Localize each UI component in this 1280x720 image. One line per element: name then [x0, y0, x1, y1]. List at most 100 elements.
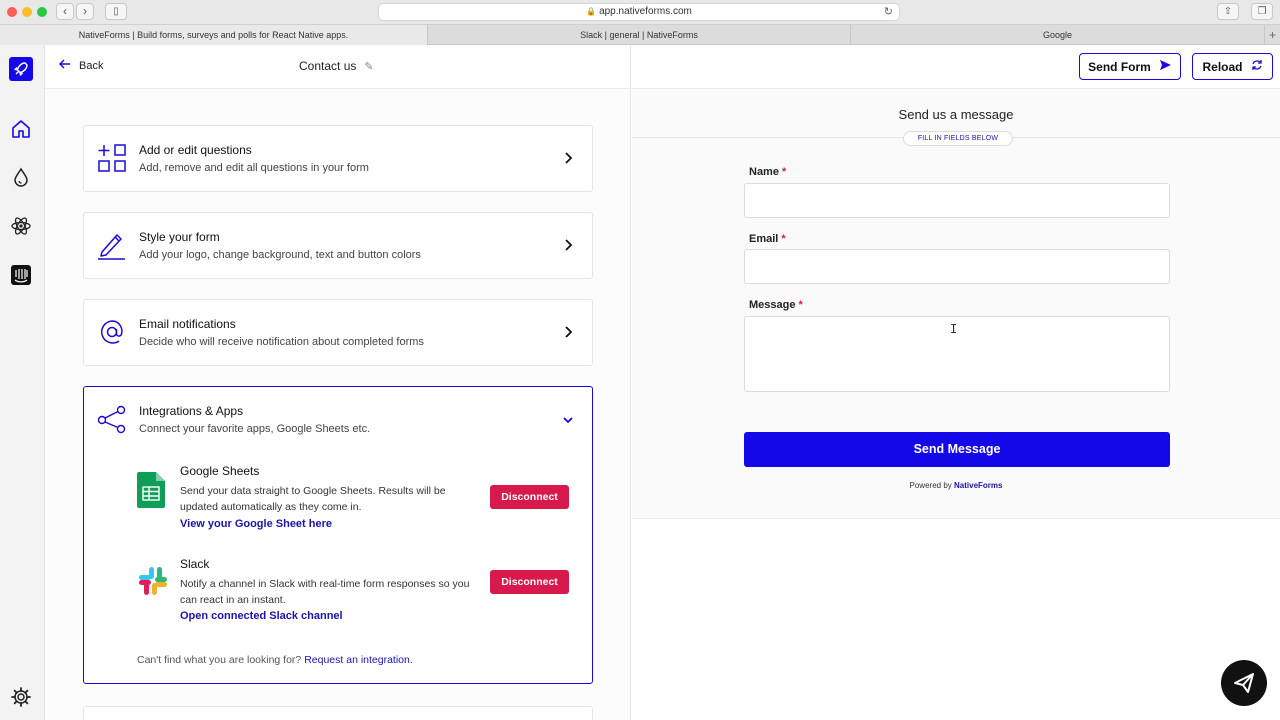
share-icon: [97, 404, 127, 434]
email-input[interactable]: [744, 249, 1170, 284]
view-google-sheet-link[interactable]: View your Google Sheet here: [180, 518, 332, 530]
chat-launcher-button[interactable]: [1221, 660, 1267, 706]
browser-back-button[interactable]: ‹: [56, 3, 74, 20]
chevron-right-icon: [562, 325, 574, 339]
address-bar[interactable]: 🔒 app.nativeforms.com ↻: [378, 3, 900, 21]
integration-name: Google Sheets: [180, 464, 260, 478]
react-icon[interactable]: [10, 215, 32, 237]
chevron-down-icon[interactable]: [562, 413, 574, 427]
integration-description: Send your data straight to Google Sheets…: [180, 485, 446, 513]
editor-scroll-area[interactable]: Add or edit questions Add, remove and ed…: [45, 89, 630, 720]
preview-header: Send Form Reload: [632, 45, 1280, 89]
required-mark: *: [782, 166, 787, 178]
arrow-left-icon: [59, 59, 71, 72]
card-email-notifications[interactable]: Email notifications Decide who will rece…: [83, 299, 593, 366]
pencil-icon: [97, 230, 127, 260]
powered-prefix: Powered by: [909, 481, 952, 490]
message-label: Message *: [749, 299, 803, 311]
integration-footer-text: Can't find what you are looking for?: [137, 654, 302, 666]
card-style-form[interactable]: Style your form Add your logo, change ba…: [83, 212, 593, 279]
editor-header: Back Contact us ✎: [45, 45, 630, 89]
intercom-icon[interactable]: [10, 264, 32, 286]
reload-page-icon[interactable]: ↻: [884, 4, 893, 20]
form-editor-panel: Back Contact us ✎ Add or edit questions …: [45, 45, 631, 720]
form-heading: Send us a message: [898, 107, 1014, 122]
send-form-button[interactable]: Send Form: [1079, 53, 1181, 80]
grid-plus-icon: [97, 143, 127, 173]
card-add-edit-questions[interactable]: Add or edit questions Add, remove and ed…: [83, 125, 593, 192]
back-label: Back: [79, 59, 104, 72]
reload-icon: [1251, 59, 1263, 74]
name-input[interactable]: [744, 183, 1170, 218]
card-title: Add or edit questions: [139, 143, 252, 157]
minimize-window-button[interactable]: [22, 7, 32, 17]
back-button[interactable]: Back: [59, 59, 103, 72]
gear-icon[interactable]: [10, 686, 32, 708]
chevron-right-icon: [562, 151, 574, 165]
share-icon: ⇧: [1223, 6, 1233, 17]
browser-toolbar: ‹ › ▯ 🔒 app.nativeforms.com ↻ ⇧ ❐: [0, 0, 1280, 25]
required-mark: *: [781, 233, 786, 245]
close-window-button[interactable]: [7, 7, 17, 17]
maximize-window-button[interactable]: [37, 7, 47, 17]
integration-name: Slack: [180, 557, 210, 571]
edit-title-pencil-icon[interactable]: ✎: [364, 60, 373, 73]
app-icon-rail: [0, 45, 45, 720]
slack-icon: [137, 565, 167, 601]
integrations-title[interactable]: Integrations & Apps: [139, 404, 243, 418]
tab-slack[interactable]: Slack | general | NativeForms: [428, 25, 851, 45]
chevron-left-icon: ‹: [63, 4, 67, 18]
reload-button[interactable]: Reload: [1192, 53, 1273, 80]
email-label: Email *: [749, 233, 786, 245]
share-button[interactable]: ⇧: [1217, 3, 1239, 20]
open-slack-channel-link[interactable]: Open connected Slack channel: [180, 610, 343, 622]
lock-icon: 🔒: [586, 7, 597, 16]
disconnect-google-sheets-button[interactable]: Disconnect: [490, 485, 569, 509]
request-integration-link[interactable]: Request an integration.: [304, 654, 413, 666]
powered-brand[interactable]: NativeForms: [954, 481, 1002, 490]
email-label-text: Email: [749, 233, 779, 245]
send-arrow-icon: [1159, 59, 1172, 74]
name-label: Name *: [749, 166, 786, 178]
tab-overview-button[interactable]: ❐: [1251, 3, 1273, 20]
disconnect-slack-button[interactable]: Disconnect: [490, 570, 569, 594]
integration-description: Notify a channel in Slack with real-time…: [180, 578, 470, 606]
rocket-logo-icon[interactable]: [9, 57, 33, 81]
send-message-button[interactable]: Send Message: [744, 432, 1170, 467]
fill-fields-badge: FILL IN FIELDS BELOW: [903, 131, 1013, 146]
new-tab-button[interactable]: +: [1269, 25, 1276, 45]
tab-google[interactable]: Google: [851, 25, 1265, 45]
card-integrations-apps: Integrations & Apps Connect your favorit…: [83, 386, 593, 684]
form-preview: Send us a message FILL IN FIELDS BELOW N…: [632, 89, 1280, 519]
sidebar-toggle-button[interactable]: ▯: [105, 3, 127, 20]
card-title: Email notifications: [139, 317, 236, 331]
at-sign-icon: [97, 317, 127, 347]
form-title[interactable]: Contact us ✎: [299, 59, 374, 73]
tab-nativeforms[interactable]: NativeForms | Build forms, surveys and p…: [0, 25, 428, 45]
card-subtitle: Add, remove and edit all questions in yo…: [139, 162, 369, 174]
form-preview-panel: Send Form Reload Send us a message FILL …: [632, 45, 1280, 720]
tabs-icon: ❐: [1257, 6, 1267, 17]
browser-tab-bar: NativeForms | Build forms, surveys and p…: [0, 25, 1280, 45]
drop-icon[interactable]: [10, 166, 32, 188]
powered-by: Powered by NativeForms: [632, 481, 1280, 490]
integration-footer: Can't find what you are looking for? Req…: [137, 654, 413, 666]
chevron-right-icon: ›: [83, 4, 87, 18]
reload-label: Reload: [1202, 59, 1243, 74]
integrations-subtitle: Connect your favorite apps, Google Sheet…: [139, 423, 371, 435]
browser-forward-button[interactable]: ›: [76, 3, 94, 20]
message-label-text: Message: [749, 299, 796, 311]
text-cursor-icon: I: [950, 322, 958, 336]
card-next-section[interactable]: [83, 706, 593, 720]
name-label-text: Name: [749, 166, 779, 178]
integration-google-sheets: Google Sheets Send your data straight to…: [137, 464, 577, 534]
send-form-label: Send Form: [1088, 59, 1151, 74]
form-title-text: Contact us: [299, 59, 357, 73]
home-icon[interactable]: [10, 118, 32, 140]
card-title: Style your form: [139, 230, 220, 244]
card-subtitle: Decide who will receive notification abo…: [139, 336, 424, 348]
url-text: app.nativeforms.com: [599, 6, 692, 17]
required-mark: *: [798, 299, 803, 311]
integration-slack: Slack Notify a channel in Slack with rea…: [137, 557, 577, 627]
sidebar-icon: ▯: [113, 6, 119, 17]
